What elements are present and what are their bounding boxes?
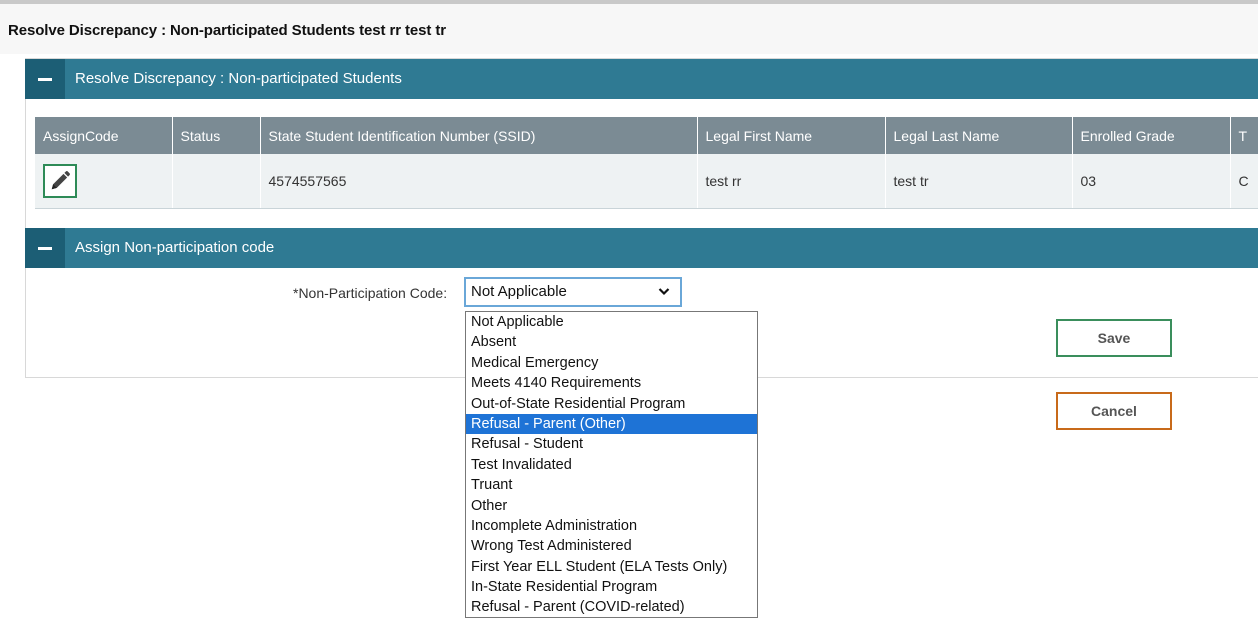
select-value: Not Applicable <box>471 283 567 300</box>
non-participation-code-label: *Non-Participation Code: <box>293 285 448 301</box>
table-row: 4574557565 test rr test tr 03 C <box>35 154 1258 209</box>
option-absent[interactable]: Absent <box>466 332 757 352</box>
column-header-assigncode[interactable]: AssignCode <box>35 117 173 154</box>
students-table: AssignCode Status State Student Identifi… <box>35 117 1258 209</box>
cell-first-name: test rr <box>697 154 886 209</box>
option-out-of-state[interactable]: Out-of-State Residential Program <box>466 394 757 414</box>
cell-ssid: 4574557565 <box>260 154 698 209</box>
option-medical-emergency[interactable]: Medical Emergency <box>466 353 757 373</box>
option-refusal-parent-covid[interactable]: Refusal - Parent (COVID-related) <box>466 597 757 617</box>
option-wrong-test[interactable]: Wrong Test Administered <box>466 536 757 556</box>
option-not-applicable[interactable]: Not Applicable <box>466 312 757 332</box>
option-test-invalidated[interactable]: Test Invalidated <box>466 455 757 475</box>
option-in-state[interactable]: In-State Residential Program <box>466 577 757 597</box>
students-panel-title: Resolve Discrepancy : Non-participated S… <box>75 70 402 87</box>
cell-assigncode <box>35 154 173 209</box>
cell-status <box>172 154 261 209</box>
minus-icon <box>38 77 52 81</box>
page-title: Resolve Discrepancy : Non-participated S… <box>8 22 446 39</box>
column-header-enrolled-grade[interactable]: Enrolled Grade <box>1072 117 1231 154</box>
option-truant[interactable]: Truant <box>466 475 757 495</box>
option-refusal-student[interactable]: Refusal - Student <box>466 434 757 454</box>
students-panel-header: Resolve Discrepancy : Non-participated S… <box>25 59 1258 99</box>
option-refusal-parent-other[interactable]: Refusal - Parent (Other) <box>466 413 757 435</box>
column-header-last-name[interactable]: Legal Last Name <box>885 117 1073 154</box>
assign-panel-header: Assign Non-participation code <box>25 228 1258 268</box>
chevron-down-icon <box>658 279 670 313</box>
minus-icon <box>38 246 52 250</box>
cell-last-name: test tr <box>885 154 1073 209</box>
column-header-truncated[interactable]: T <box>1230 117 1258 154</box>
collapse-toggle-students[interactable] <box>25 59 65 99</box>
cell-truncated: C <box>1230 154 1258 209</box>
pencil-icon <box>51 171 70 190</box>
column-header-ssid[interactable]: State Student Identification Number (SSI… <box>260 117 698 154</box>
cell-enrolled-grade: 03 <box>1072 154 1231 209</box>
option-other[interactable]: Other <box>466 496 757 516</box>
edit-button[interactable] <box>43 164 77 198</box>
table-header-row: AssignCode Status State Student Identifi… <box>35 117 1258 154</box>
column-header-status[interactable]: Status <box>172 117 261 154</box>
collapse-toggle-assign[interactable] <box>25 228 65 268</box>
non-participation-code-select[interactable]: Not Applicable <box>464 277 682 307</box>
non-participation-code-options[interactable]: Not Applicable Absent Medical Emergency … <box>465 311 758 618</box>
option-meets-4140[interactable]: Meets 4140 Requirements <box>466 373 757 393</box>
option-first-year-ell[interactable]: First Year ELL Student (ELA Tests Only) <box>466 557 757 577</box>
column-header-first-name[interactable]: Legal First Name <box>697 117 886 154</box>
option-incomplete-administration[interactable]: Incomplete Administration <box>466 516 757 536</box>
assign-panel-title: Assign Non-participation code <box>75 239 275 256</box>
cancel-button[interactable]: Cancel <box>1056 392 1172 430</box>
save-button[interactable]: Save <box>1056 319 1172 357</box>
